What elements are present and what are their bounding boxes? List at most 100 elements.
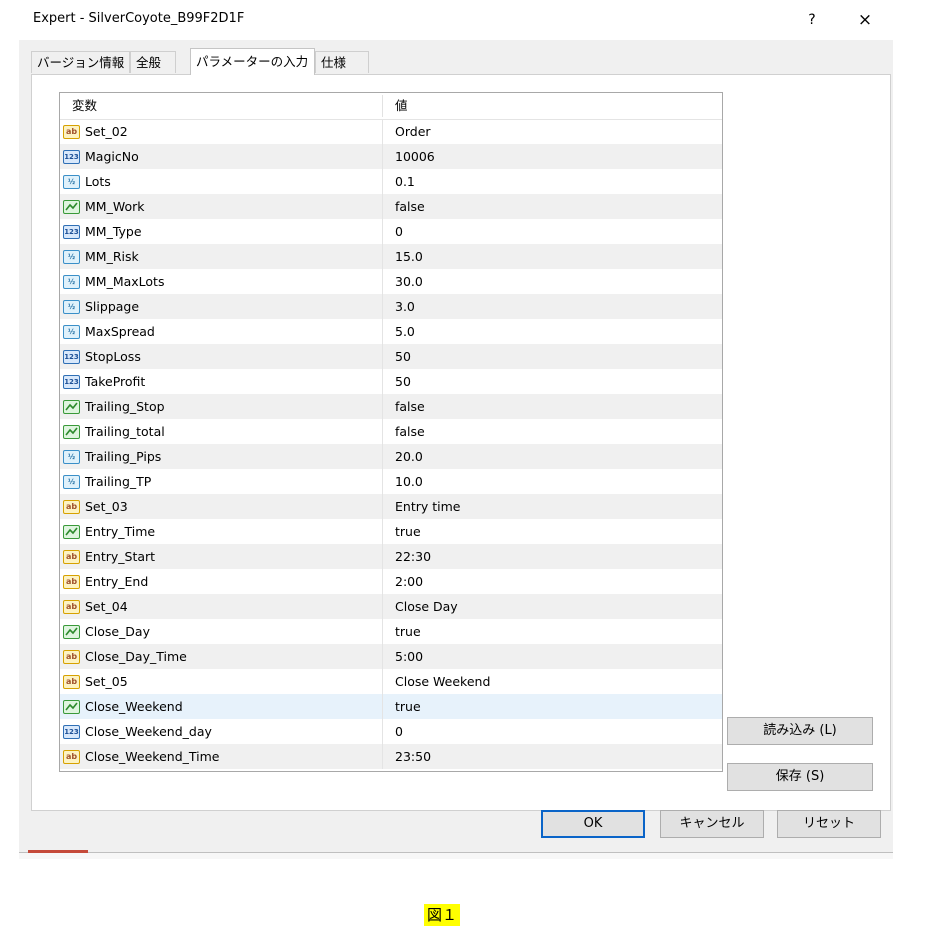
- column-divider: [382, 119, 383, 144]
- reset-button[interactable]: リセット: [777, 810, 881, 838]
- parameter-value[interactable]: 5:00: [395, 644, 423, 669]
- ok-button[interactable]: OK: [541, 810, 645, 838]
- parameter-row[interactable]: Trailing_Stop false: [60, 394, 722, 419]
- parameter-value[interactable]: Order: [395, 119, 431, 144]
- parameter-row[interactable]: 123 StopLoss 50: [60, 344, 722, 369]
- parameter-value[interactable]: 50: [395, 369, 411, 394]
- column-divider: [382, 594, 383, 619]
- column-divider: [382, 294, 383, 319]
- parameter-row[interactable]: ab Set_05 Close Weekend: [60, 669, 722, 694]
- parameter-row[interactable]: Trailing_total false: [60, 419, 722, 444]
- column-divider: [382, 494, 383, 519]
- parameter-name: ½ Trailing_TP: [63, 469, 151, 494]
- parameter-row[interactable]: ½ MM_MaxLots 30.0: [60, 269, 722, 294]
- parameter-name: ½ MM_MaxLots: [63, 269, 164, 294]
- parameter-name: 123 StopLoss: [63, 344, 141, 369]
- column-divider: [382, 669, 383, 694]
- parameter-row[interactable]: 123 MagicNo 10006: [60, 144, 722, 169]
- parameter-row[interactable]: ½ MaxSpread 5.0: [60, 319, 722, 344]
- parameter-name: ½ MM_Risk: [63, 244, 139, 269]
- parameter-row[interactable]: ab Set_02 Order: [60, 119, 722, 144]
- parameter-row[interactable]: ab Set_04 Close Day: [60, 594, 722, 619]
- parameter-value[interactable]: 50: [395, 344, 411, 369]
- help-icon[interactable]: ?: [797, 8, 827, 32]
- background-chart-marker: [28, 850, 88, 853]
- parameter-row[interactable]: 123 TakeProfit 50: [60, 369, 722, 394]
- parameter-row[interactable]: ab Close_Weekend_Time 23:50: [60, 744, 722, 769]
- parameter-row[interactable]: MM_Work false: [60, 194, 722, 219]
- column-divider: [382, 569, 383, 594]
- parameter-value[interactable]: true: [395, 619, 421, 644]
- cancel-button[interactable]: キャンセル: [660, 810, 764, 838]
- parameter-name: ½ Slippage: [63, 294, 139, 319]
- parameter-name-text: MM_MaxLots: [85, 274, 165, 289]
- string-type-icon: ab: [63, 674, 80, 689]
- tab-version-info[interactable]: バージョン情報: [31, 51, 130, 73]
- parameter-value[interactable]: 30.0: [395, 269, 423, 294]
- bool-type-icon: [63, 424, 80, 439]
- parameter-name: ab Set_02: [63, 119, 128, 144]
- parameter-name-text: MM_Risk: [85, 249, 139, 264]
- tab-general[interactable]: 全般: [130, 51, 176, 73]
- parameter-row[interactable]: 123 MM_Type 0: [60, 219, 722, 244]
- parameter-row[interactable]: ½ Trailing_TP 10.0: [60, 469, 722, 494]
- parameter-row[interactable]: ab Close_Day_Time 5:00: [60, 644, 722, 669]
- parameter-row[interactable]: ½ MM_Risk 15.0: [60, 244, 722, 269]
- parameter-value[interactable]: true: [395, 694, 421, 719]
- parameter-name: ab Close_Weekend_Time: [63, 744, 220, 769]
- parameter-row[interactable]: Close_Weekend true: [60, 694, 722, 719]
- column-divider: [382, 144, 383, 169]
- parameter-value[interactable]: false: [395, 194, 425, 219]
- parameter-value[interactable]: 20.0: [395, 444, 423, 469]
- close-icon[interactable]: ×: [850, 8, 880, 32]
- column-header-variable[interactable]: 変数: [72, 93, 97, 119]
- parameter-value[interactable]: false: [395, 419, 425, 444]
- integer-type-icon: 123: [63, 349, 80, 364]
- column-divider: [382, 394, 383, 419]
- parameter-value[interactable]: 2:00: [395, 569, 423, 594]
- parameter-value[interactable]: 22:30: [395, 544, 431, 569]
- parameter-name-text: MagicNo: [85, 149, 139, 164]
- save-button[interactable]: 保存 (S): [727, 763, 873, 791]
- string-type-icon: ab: [63, 499, 80, 514]
- parameter-row[interactable]: ½ Slippage 3.0: [60, 294, 722, 319]
- parameter-row[interactable]: Close_Day true: [60, 619, 722, 644]
- parameter-name-text: Trailing_TP: [85, 474, 152, 489]
- parameter-value[interactable]: true: [395, 519, 421, 544]
- tab-input-parameters[interactable]: パラメーターの入力: [190, 48, 315, 75]
- parameter-value[interactable]: 10.0: [395, 469, 423, 494]
- tab-specification[interactable]: 仕様: [315, 51, 369, 73]
- parameter-value[interactable]: 23:50: [395, 744, 431, 769]
- load-button[interactable]: 読み込み (L): [727, 717, 873, 745]
- column-header-value[interactable]: 値: [395, 93, 408, 119]
- parameter-value[interactable]: Close Day: [395, 594, 458, 619]
- string-type-icon: ab: [63, 749, 80, 764]
- column-separator[interactable]: [382, 95, 383, 117]
- parameter-value[interactable]: false: [395, 394, 425, 419]
- parameter-row[interactable]: 123 Close_Weekend_day 0: [60, 719, 722, 744]
- parameter-value[interactable]: Close Weekend: [395, 669, 490, 694]
- parameter-name-text: Close_Weekend_day: [85, 724, 212, 739]
- column-divider: [382, 219, 383, 244]
- parameter-name: ab Entry_End: [63, 569, 148, 594]
- parameter-row[interactable]: ½ Lots 0.1: [60, 169, 722, 194]
- parameters-grid[interactable]: 変数 値 ab Set_02 Order 123 MagicNo 10006 ½ Lots 0.…: [59, 92, 723, 772]
- integer-type-icon: 123: [63, 224, 80, 239]
- parameter-name-text: Close_Weekend_Time: [85, 749, 220, 764]
- column-divider: [382, 244, 383, 269]
- parameter-value[interactable]: 0.1: [395, 169, 415, 194]
- parameter-value[interactable]: 10006: [395, 144, 435, 169]
- parameter-value[interactable]: 0: [395, 719, 403, 744]
- parameter-row[interactable]: ab Entry_End 2:00: [60, 569, 722, 594]
- double-type-icon: ½: [63, 299, 80, 314]
- parameter-value[interactable]: 3.0: [395, 294, 415, 319]
- parameter-row[interactable]: ab Entry_Start 22:30: [60, 544, 722, 569]
- parameter-value[interactable]: 0: [395, 219, 403, 244]
- parameter-row[interactable]: Entry_Time true: [60, 519, 722, 544]
- parameter-value[interactable]: 5.0: [395, 319, 415, 344]
- parameter-value[interactable]: Entry time: [395, 494, 460, 519]
- parameter-row[interactable]: ab Set_03 Entry time: [60, 494, 722, 519]
- parameter-name-text: Close_Day: [85, 624, 150, 639]
- parameter-value[interactable]: 15.0: [395, 244, 423, 269]
- parameter-row[interactable]: ½ Trailing_Pips 20.0: [60, 444, 722, 469]
